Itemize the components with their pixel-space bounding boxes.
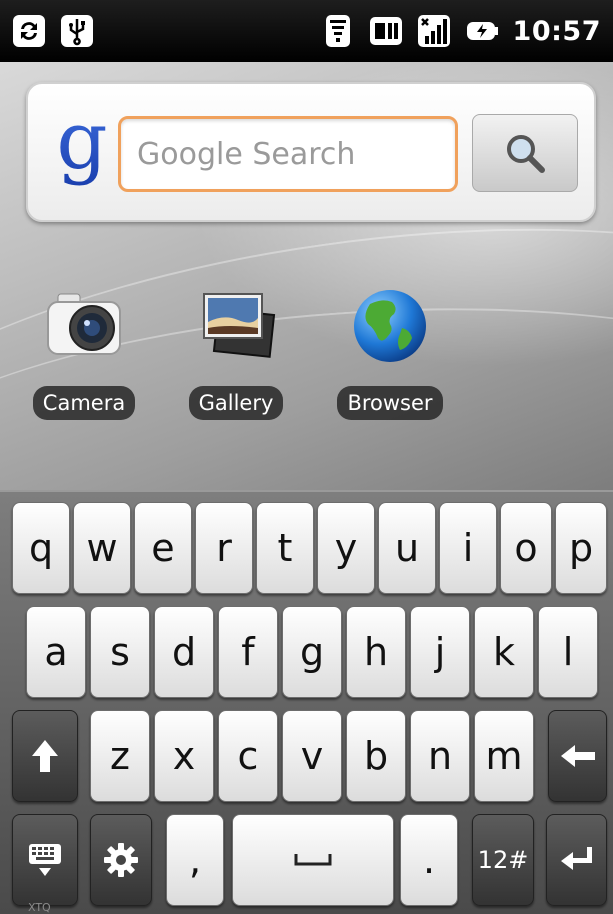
app-label-browser: Browser bbox=[337, 386, 443, 420]
key-k[interactable]: k bbox=[474, 606, 534, 698]
backspace-key[interactable] bbox=[548, 710, 607, 802]
key-o[interactable]: o bbox=[500, 502, 552, 594]
search-input[interactable]: Google Search bbox=[118, 116, 458, 192]
settings-icon bbox=[104, 843, 138, 877]
soft-keyboard: q w e r t y u i o p a s d f g h j k l z … bbox=[0, 490, 613, 914]
key-q[interactable]: q bbox=[12, 502, 70, 594]
enter-key[interactable] bbox=[546, 814, 607, 906]
gallery-icon bbox=[194, 284, 278, 368]
key-c[interactable]: c bbox=[218, 710, 278, 802]
key-n[interactable]: n bbox=[410, 710, 470, 802]
keyboard-hide-icon bbox=[29, 844, 61, 876]
key-m[interactable]: m bbox=[474, 710, 534, 802]
key-a[interactable]: a bbox=[26, 606, 86, 698]
camera-icon bbox=[42, 284, 126, 368]
wifi-icon bbox=[321, 14, 355, 48]
battery-charging-icon bbox=[465, 14, 499, 48]
search-placeholder: Google Search bbox=[137, 136, 356, 172]
magnifier-icon bbox=[507, 135, 545, 173]
search-button[interactable] bbox=[472, 114, 578, 192]
key-d[interactable]: d bbox=[154, 606, 214, 698]
usb-icon bbox=[60, 14, 94, 48]
symbols-key[interactable]: 12# bbox=[472, 814, 534, 906]
key-g[interactable]: g bbox=[282, 606, 342, 698]
keyboard-hide-key[interactable] bbox=[12, 814, 78, 906]
app-browser[interactable]: Browser bbox=[330, 284, 450, 424]
key-i[interactable]: i bbox=[439, 502, 497, 594]
key-h[interactable]: h bbox=[346, 606, 406, 698]
svg-text:g: g bbox=[56, 106, 107, 187]
key-u[interactable]: u bbox=[378, 502, 436, 594]
status-bar: 10:57 bbox=[0, 0, 613, 62]
key-l[interactable]: l bbox=[538, 606, 598, 698]
period-key[interactable]: . bbox=[400, 814, 458, 906]
signal-icon bbox=[417, 14, 451, 48]
backspace-icon bbox=[560, 745, 595, 767]
space-icon bbox=[294, 854, 332, 866]
google-g-icon[interactable]: g bbox=[52, 94, 112, 196]
key-r[interactable]: r bbox=[195, 502, 253, 594]
watermark: XTQ bbox=[28, 901, 51, 914]
key-x[interactable]: x bbox=[154, 710, 214, 802]
key-e[interactable]: e bbox=[134, 502, 192, 594]
key-b[interactable]: b bbox=[346, 710, 406, 802]
key-f[interactable]: f bbox=[218, 606, 278, 698]
shift-key[interactable] bbox=[12, 710, 78, 802]
app-label-camera: Camera bbox=[32, 386, 136, 420]
key-y[interactable]: y bbox=[317, 502, 375, 594]
key-w[interactable]: w bbox=[73, 502, 131, 594]
google-search-widget: g Google Search bbox=[26, 82, 596, 222]
shift-icon bbox=[32, 740, 58, 772]
space-key[interactable] bbox=[232, 814, 394, 906]
key-t[interactable]: t bbox=[256, 502, 314, 594]
comma-key[interactable]: , bbox=[166, 814, 224, 906]
key-j[interactable]: j bbox=[410, 606, 470, 698]
globe-icon bbox=[348, 284, 432, 368]
enter-icon bbox=[560, 847, 592, 870]
clock-time: 10:57 bbox=[512, 15, 601, 47]
key-s[interactable]: s bbox=[90, 606, 150, 698]
app-camera[interactable]: Camera bbox=[24, 284, 144, 424]
key-z[interactable]: z bbox=[90, 710, 150, 802]
settings-key[interactable] bbox=[90, 814, 152, 906]
sync-icon bbox=[12, 14, 46, 48]
home-screen: g Google Search Camera Gallery Browser bbox=[0, 62, 613, 490]
key-v[interactable]: v bbox=[282, 710, 342, 802]
key-p[interactable]: p bbox=[555, 502, 607, 594]
app-gallery[interactable]: Gallery bbox=[176, 284, 296, 424]
sim-card-icon bbox=[369, 14, 403, 48]
app-label-gallery: Gallery bbox=[188, 386, 284, 420]
